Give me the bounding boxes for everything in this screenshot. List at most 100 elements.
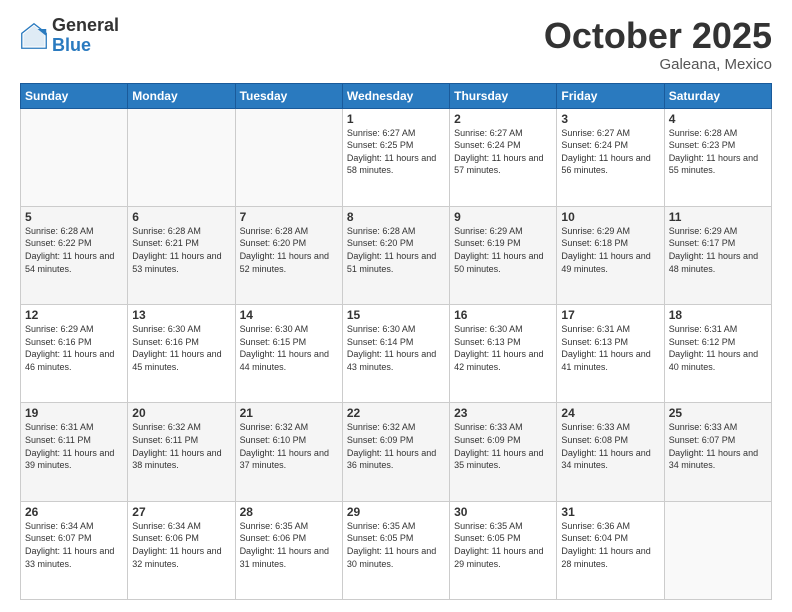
day-number: 21: [240, 406, 338, 420]
table-row: 19Sunrise: 6:31 AMSunset: 6:11 PMDayligh…: [21, 403, 128, 501]
day-info: Sunrise: 6:33 AMSunset: 6:09 PMDaylight:…: [454, 421, 552, 471]
day-info: Sunrise: 6:28 AMSunset: 6:21 PMDaylight:…: [132, 225, 230, 275]
table-row: 21Sunrise: 6:32 AMSunset: 6:10 PMDayligh…: [235, 403, 342, 501]
day-number: 20: [132, 406, 230, 420]
logo-general-text: General: [52, 16, 119, 36]
day-number: 9: [454, 210, 552, 224]
table-row: [235, 108, 342, 206]
table-row: 4Sunrise: 6:28 AMSunset: 6:23 PMDaylight…: [664, 108, 771, 206]
day-info: Sunrise: 6:30 AMSunset: 6:16 PMDaylight:…: [132, 323, 230, 373]
day-number: 5: [25, 210, 123, 224]
day-number: 10: [561, 210, 659, 224]
day-info: Sunrise: 6:35 AMSunset: 6:05 PMDaylight:…: [347, 520, 445, 570]
day-number: 25: [669, 406, 767, 420]
day-info: Sunrise: 6:28 AMSunset: 6:23 PMDaylight:…: [669, 127, 767, 177]
day-number: 15: [347, 308, 445, 322]
day-number: 18: [669, 308, 767, 322]
logo: General Blue: [20, 16, 119, 56]
table-row: 14Sunrise: 6:30 AMSunset: 6:15 PMDayligh…: [235, 305, 342, 403]
month-title: October 2025: [544, 16, 772, 56]
day-number: 31: [561, 505, 659, 519]
page: General Blue October 2025 Galeana, Mexic…: [0, 0, 792, 612]
day-info: Sunrise: 6:32 AMSunset: 6:11 PMDaylight:…: [132, 421, 230, 471]
day-info: Sunrise: 6:36 AMSunset: 6:04 PMDaylight:…: [561, 520, 659, 570]
table-row: 25Sunrise: 6:33 AMSunset: 6:07 PMDayligh…: [664, 403, 771, 501]
table-row: 27Sunrise: 6:34 AMSunset: 6:06 PMDayligh…: [128, 501, 235, 599]
calendar-week-row: 26Sunrise: 6:34 AMSunset: 6:07 PMDayligh…: [21, 501, 772, 599]
day-number: 14: [240, 308, 338, 322]
logo-blue-text: Blue: [52, 36, 119, 56]
day-number: 11: [669, 210, 767, 224]
col-wednesday: Wednesday: [342, 83, 449, 108]
table-row: 30Sunrise: 6:35 AMSunset: 6:05 PMDayligh…: [450, 501, 557, 599]
day-info: Sunrise: 6:30 AMSunset: 6:15 PMDaylight:…: [240, 323, 338, 373]
table-row: 17Sunrise: 6:31 AMSunset: 6:13 PMDayligh…: [557, 305, 664, 403]
col-saturday: Saturday: [664, 83, 771, 108]
calendar-week-row: 5Sunrise: 6:28 AMSunset: 6:22 PMDaylight…: [21, 206, 772, 304]
logo-text: General Blue: [52, 16, 119, 56]
table-row: 10Sunrise: 6:29 AMSunset: 6:18 PMDayligh…: [557, 206, 664, 304]
table-row: 28Sunrise: 6:35 AMSunset: 6:06 PMDayligh…: [235, 501, 342, 599]
day-info: Sunrise: 6:33 AMSunset: 6:08 PMDaylight:…: [561, 421, 659, 471]
table-row: 15Sunrise: 6:30 AMSunset: 6:14 PMDayligh…: [342, 305, 449, 403]
day-number: 19: [25, 406, 123, 420]
day-info: Sunrise: 6:31 AMSunset: 6:12 PMDaylight:…: [669, 323, 767, 373]
table-row: [664, 501, 771, 599]
table-row: 23Sunrise: 6:33 AMSunset: 6:09 PMDayligh…: [450, 403, 557, 501]
table-row: 8Sunrise: 6:28 AMSunset: 6:20 PMDaylight…: [342, 206, 449, 304]
day-info: Sunrise: 6:29 AMSunset: 6:16 PMDaylight:…: [25, 323, 123, 373]
table-row: 5Sunrise: 6:28 AMSunset: 6:22 PMDaylight…: [21, 206, 128, 304]
table-row: 16Sunrise: 6:30 AMSunset: 6:13 PMDayligh…: [450, 305, 557, 403]
table-row: 11Sunrise: 6:29 AMSunset: 6:17 PMDayligh…: [664, 206, 771, 304]
day-number: 3: [561, 112, 659, 126]
logo-icon: [20, 22, 48, 50]
day-number: 1: [347, 112, 445, 126]
day-number: 16: [454, 308, 552, 322]
day-info: Sunrise: 6:27 AMSunset: 6:24 PMDaylight:…: [561, 127, 659, 177]
table-row: 18Sunrise: 6:31 AMSunset: 6:12 PMDayligh…: [664, 305, 771, 403]
table-row: 1Sunrise: 6:27 AMSunset: 6:25 PMDaylight…: [342, 108, 449, 206]
day-info: Sunrise: 6:31 AMSunset: 6:11 PMDaylight:…: [25, 421, 123, 471]
day-info: Sunrise: 6:27 AMSunset: 6:24 PMDaylight:…: [454, 127, 552, 177]
col-sunday: Sunday: [21, 83, 128, 108]
col-tuesday: Tuesday: [235, 83, 342, 108]
day-number: 27: [132, 505, 230, 519]
day-number: 12: [25, 308, 123, 322]
day-number: 2: [454, 112, 552, 126]
calendar-week-row: 1Sunrise: 6:27 AMSunset: 6:25 PMDaylight…: [21, 108, 772, 206]
day-info: Sunrise: 6:29 AMSunset: 6:18 PMDaylight:…: [561, 225, 659, 275]
day-info: Sunrise: 6:27 AMSunset: 6:25 PMDaylight:…: [347, 127, 445, 177]
day-info: Sunrise: 6:35 AMSunset: 6:05 PMDaylight:…: [454, 520, 552, 570]
table-row: 7Sunrise: 6:28 AMSunset: 6:20 PMDaylight…: [235, 206, 342, 304]
table-row: [21, 108, 128, 206]
table-row: 13Sunrise: 6:30 AMSunset: 6:16 PMDayligh…: [128, 305, 235, 403]
day-number: 6: [132, 210, 230, 224]
table-row: 3Sunrise: 6:27 AMSunset: 6:24 PMDaylight…: [557, 108, 664, 206]
calendar-header-row: Sunday Monday Tuesday Wednesday Thursday…: [21, 83, 772, 108]
day-number: 28: [240, 505, 338, 519]
day-number: 17: [561, 308, 659, 322]
day-info: Sunrise: 6:34 AMSunset: 6:06 PMDaylight:…: [132, 520, 230, 570]
day-info: Sunrise: 6:30 AMSunset: 6:14 PMDaylight:…: [347, 323, 445, 373]
table-row: 6Sunrise: 6:28 AMSunset: 6:21 PMDaylight…: [128, 206, 235, 304]
table-row: 22Sunrise: 6:32 AMSunset: 6:09 PMDayligh…: [342, 403, 449, 501]
calendar-week-row: 12Sunrise: 6:29 AMSunset: 6:16 PMDayligh…: [21, 305, 772, 403]
day-info: Sunrise: 6:28 AMSunset: 6:20 PMDaylight:…: [240, 225, 338, 275]
col-friday: Friday: [557, 83, 664, 108]
day-info: Sunrise: 6:28 AMSunset: 6:20 PMDaylight:…: [347, 225, 445, 275]
day-number: 8: [347, 210, 445, 224]
title-block: October 2025 Galeana, Mexico: [544, 16, 772, 73]
table-row: 29Sunrise: 6:35 AMSunset: 6:05 PMDayligh…: [342, 501, 449, 599]
day-info: Sunrise: 6:32 AMSunset: 6:10 PMDaylight:…: [240, 421, 338, 471]
day-info: Sunrise: 6:28 AMSunset: 6:22 PMDaylight:…: [25, 225, 123, 275]
table-row: 20Sunrise: 6:32 AMSunset: 6:11 PMDayligh…: [128, 403, 235, 501]
day-info: Sunrise: 6:30 AMSunset: 6:13 PMDaylight:…: [454, 323, 552, 373]
day-number: 23: [454, 406, 552, 420]
col-monday: Monday: [128, 83, 235, 108]
day-info: Sunrise: 6:29 AMSunset: 6:19 PMDaylight:…: [454, 225, 552, 275]
table-row: 12Sunrise: 6:29 AMSunset: 6:16 PMDayligh…: [21, 305, 128, 403]
day-info: Sunrise: 6:34 AMSunset: 6:07 PMDaylight:…: [25, 520, 123, 570]
day-number: 24: [561, 406, 659, 420]
calendar-table: Sunday Monday Tuesday Wednesday Thursday…: [20, 83, 772, 600]
table-row: 2Sunrise: 6:27 AMSunset: 6:24 PMDaylight…: [450, 108, 557, 206]
